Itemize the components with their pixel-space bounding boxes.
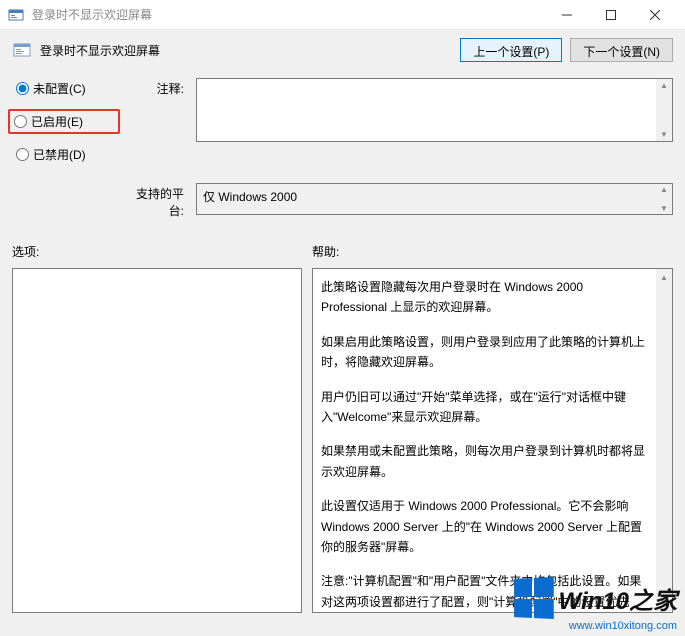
policy-title: 登录时不显示欢迎屏幕 bbox=[40, 42, 460, 59]
radio-not-configured-label: 未配置(C) bbox=[33, 80, 86, 97]
help-paragraph: 注意:"计算机配置"和"用户配置"文件夹中均包括此设置。如果对这两项设置都进行了… bbox=[321, 571, 652, 613]
platform-row: 支持的平台: 仅 Windows 2000 ▲ ▼ bbox=[12, 183, 673, 219]
comment-textarea[interactable]: ▲ ▼ bbox=[196, 78, 673, 142]
options-column: 选项: bbox=[12, 243, 302, 613]
help-label: 帮助: bbox=[312, 243, 673, 260]
options-label: 选项: bbox=[12, 243, 302, 260]
scroll-up-icon[interactable]: ▲ bbox=[660, 271, 668, 285]
nav-buttons: 上一个设置(P) 下一个设置(N) bbox=[460, 38, 673, 62]
minimize-button[interactable] bbox=[545, 0, 589, 30]
help-box: 此策略设置隐藏每次用户登录时在 Windows 2000 Professiona… bbox=[312, 268, 673, 613]
app-icon bbox=[8, 7, 24, 23]
help-paragraph: 此策略设置隐藏每次用户登录时在 Windows 2000 Professiona… bbox=[321, 277, 652, 318]
radio-group: 未配置(C) 已启用(E) 已禁用(D) bbox=[12, 78, 116, 175]
supported-platform-value: 仅 Windows 2000 bbox=[203, 190, 297, 204]
window-controls bbox=[545, 0, 677, 30]
radio-not-configured[interactable]: 未配置(C) bbox=[12, 78, 116, 99]
scroll-up-icon[interactable]: ▲ bbox=[660, 81, 668, 90]
help-scrollbar[interactable]: ▲ ▼ bbox=[656, 269, 672, 612]
scroll-down-icon[interactable]: ▼ bbox=[660, 130, 668, 139]
radio-enabled-label: 已启用(E) bbox=[31, 113, 83, 130]
comment-label: 注释: bbox=[128, 78, 184, 97]
title-bar: 登录时不显示欢迎屏幕 bbox=[0, 0, 685, 30]
comment-scrollbar[interactable]: ▲ ▼ bbox=[656, 79, 672, 141]
header-row: 登录时不显示欢迎屏幕 上一个设置(P) 下一个设置(N) bbox=[12, 38, 673, 62]
radio-enabled[interactable]: 已启用(E) bbox=[8, 109, 120, 134]
close-button[interactable] bbox=[633, 0, 677, 30]
platform-scrollbar[interactable]: ▲ ▼ bbox=[656, 184, 672, 214]
scroll-up-icon[interactable]: ▲ bbox=[660, 185, 668, 194]
content-area: 登录时不显示欢迎屏幕 上一个设置(P) 下一个设置(N) 未配置(C) 已启用(… bbox=[0, 30, 685, 636]
maximize-button[interactable] bbox=[589, 0, 633, 30]
help-paragraph: 用户仍旧可以通过"开始"菜单选择，或在"运行"对话框中键入"Welcome"来显… bbox=[321, 387, 652, 428]
supported-label: 支持的平台: bbox=[128, 183, 184, 219]
help-paragraph: 此设置仅适用于 Windows 2000 Professional。它不会影响 … bbox=[321, 496, 652, 557]
radio-disabled-label: 已禁用(D) bbox=[33, 146, 86, 163]
lower-panels: 选项: 帮助: 此策略设置隐藏每次用户登录时在 Windows 2000 Pro… bbox=[12, 243, 673, 613]
radio-disabled-input[interactable] bbox=[16, 148, 29, 161]
help-paragraph: 如果禁用或未配置此策略，则每次用户登录到计算机时都将显示欢迎屏幕。 bbox=[321, 441, 652, 482]
radio-disabled[interactable]: 已禁用(D) bbox=[12, 144, 116, 165]
options-box bbox=[12, 268, 302, 613]
window-title: 登录时不显示欢迎屏幕 bbox=[32, 6, 545, 23]
help-column: 帮助: 此策略设置隐藏每次用户登录时在 Windows 2000 Profess… bbox=[312, 243, 673, 613]
config-row: 未配置(C) 已启用(E) 已禁用(D) 注释: ▲ ▼ bbox=[12, 78, 673, 175]
radio-not-configured-input[interactable] bbox=[16, 82, 29, 95]
next-setting-button[interactable]: 下一个设置(N) bbox=[570, 38, 673, 62]
policy-icon bbox=[12, 40, 32, 60]
supported-platform-box: 仅 Windows 2000 ▲ ▼ bbox=[196, 183, 673, 215]
help-paragraph: 如果启用此策略设置，则用户登录到应用了此策略的计算机上时，将隐藏欢迎屏幕。 bbox=[321, 332, 652, 373]
scroll-down-icon[interactable]: ▼ bbox=[660, 596, 668, 610]
prev-setting-button[interactable]: 上一个设置(P) bbox=[460, 38, 562, 62]
radio-enabled-input[interactable] bbox=[14, 115, 27, 128]
scroll-down-icon[interactable]: ▼ bbox=[660, 204, 668, 213]
